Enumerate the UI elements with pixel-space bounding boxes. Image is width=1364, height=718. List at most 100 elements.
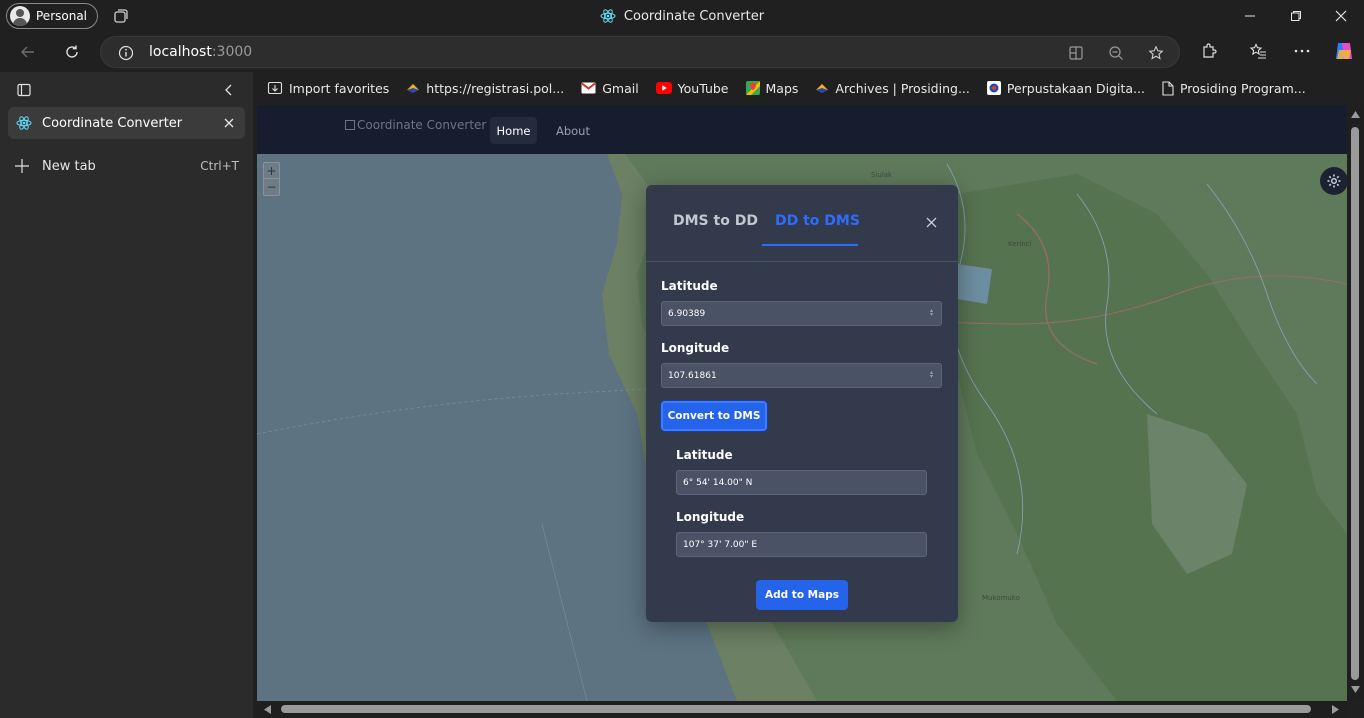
collapse-sidebar-icon[interactable] <box>221 82 237 98</box>
horizontal-scrollbar[interactable] <box>257 701 1347 718</box>
close-window-button[interactable] <box>1318 0 1364 32</box>
bookmark-label: Archives | Prosiding... <box>835 80 970 96</box>
bookmark-label: Prosiding Program... <box>1179 80 1306 96</box>
scroll-right-icon[interactable] <box>1332 705 1339 714</box>
close-modal-button[interactable] <box>923 214 939 230</box>
nav-home-link[interactable]: Home <box>490 117 537 144</box>
bookmark-import-favorites[interactable]: Import favorites <box>267 80 389 96</box>
bookmark-registrasi[interactable]: https://registrasi.pol... <box>406 81 564 96</box>
result-longitude-value: 107° 37' 7.00" E <box>683 539 758 550</box>
bookmark-perpustakaan[interactable]: Perpustakaan Digita... <box>986 80 1145 96</box>
number-stepper-icon[interactable]: ▴ ▾ <box>930 370 934 380</box>
page-viewport: Coordinate Converter Home About Siulak K… <box>257 105 1347 701</box>
horizontal-scroll-thumb[interactable] <box>281 705 1311 713</box>
address-bar[interactable]: localhost:3000 <box>100 36 1180 68</box>
bookmark-label: Gmail <box>602 80 639 96</box>
tab-actions-icon[interactable] <box>16 82 32 98</box>
result-longitude-field[interactable]: 107° 37' 7.00" E <box>676 532 927 557</box>
nav-about-link[interactable]: About <box>548 117 598 144</box>
result-latitude-field[interactable]: 6° 54' 14.00" N <box>676 470 927 495</box>
window-title: Coordinate Converter <box>0 0 1364 32</box>
bookmark-youtube[interactable]: YouTube <box>655 80 729 96</box>
broken-image-icon <box>345 120 355 130</box>
site-icon <box>407 84 420 93</box>
map-zoom-control: + − <box>263 162 280 196</box>
info-icon[interactable] <box>118 45 134 61</box>
minimize-button[interactable] <box>1227 0 1273 32</box>
close-tab-icon[interactable] <box>223 117 235 129</box>
brand-logo[interactable]: Coordinate Converter <box>345 118 486 132</box>
map-label: Mukomuko <box>982 594 1020 602</box>
import-icon <box>267 81 283 95</box>
tab-coordinate-converter[interactable]: Coordinate Converter <box>8 107 245 139</box>
copilot-icon[interactable] <box>1333 40 1355 62</box>
result-latitude-value: 6° 54' 14.00" N <box>683 477 753 488</box>
url-text[interactable]: localhost:3000 <box>149 44 252 60</box>
convert-to-dms-button[interactable]: Convert to DMS <box>661 401 767 431</box>
favorites-bar: Import favorites https://registrasi.pol.… <box>253 72 1364 104</box>
longitude-input[interactable]: 107.61861 ▴ ▾ <box>661 363 942 388</box>
back-button[interactable] <box>14 38 42 66</box>
vertical-scroll-thumb[interactable] <box>1351 127 1359 680</box>
tab-dms-to-dd[interactable]: DMS to DD <box>673 213 758 229</box>
map-label: Kerinci <box>1008 240 1032 248</box>
zoom-in-button[interactable]: + <box>264 163 279 179</box>
latitude-label: Latitude <box>661 279 718 293</box>
bookmark-gmail[interactable]: Gmail <box>581 80 639 96</box>
restore-button[interactable] <box>1273 0 1319 32</box>
site-icon <box>816 84 829 93</box>
plus-icon <box>15 159 29 173</box>
vertical-tabs-sidebar: Coordinate Converter New tab Ctrl+T <box>0 72 253 718</box>
window-title-text: Coordinate Converter <box>623 8 765 24</box>
result-latitude-label: Latitude <box>676 448 733 462</box>
bookmark-maps[interactable]: Maps <box>745 81 798 96</box>
library-icon <box>986 81 1001 95</box>
vertical-scrollbar[interactable] <box>1347 105 1364 701</box>
bookmark-label: Perpustakaan Digita... <box>1006 80 1145 96</box>
zoom-out-button[interactable]: − <box>264 179 279 195</box>
brand-alt-text: Coordinate Converter <box>357 118 487 132</box>
tab-dd-to-dms[interactable]: DD to DMS <box>775 213 860 229</box>
more-menu-icon[interactable] <box>1293 42 1311 60</box>
new-tab-shortcut: Ctrl+T <box>200 159 239 173</box>
bookmark-label: https://registrasi.pol... <box>426 80 565 96</box>
bookmark-label: Import favorites <box>289 80 390 96</box>
new-tab-button[interactable]: New tab Ctrl+T <box>14 152 239 180</box>
app-navbar: Coordinate Converter Home About <box>257 105 1347 154</box>
page-icon <box>1162 80 1174 96</box>
refresh-button[interactable] <box>58 38 86 66</box>
gear-icon <box>1327 174 1341 188</box>
close-icon <box>1335 10 1347 22</box>
number-stepper-icon[interactable]: ▴ ▾ <box>930 308 934 318</box>
divider <box>646 261 958 262</box>
add-to-maps-button[interactable]: Add to Maps <box>756 580 848 610</box>
profile-button[interactable]: Personal <box>6 3 99 29</box>
scroll-down-icon[interactable] <box>1351 686 1360 693</box>
result-longitude-label: Longitude <box>676 510 745 524</box>
split-screen-icon[interactable] <box>1068 45 1084 61</box>
workspaces-icon[interactable] <box>112 7 130 25</box>
scroll-left-icon[interactable] <box>264 705 271 714</box>
favorites-icon[interactable] <box>1249 42 1267 60</box>
bookmark-archives-prosiding[interactable]: Archives | Prosiding... <box>815 80 970 96</box>
bookmark-prosiding-program[interactable]: Prosiding Program... <box>1162 81 1306 96</box>
extensions-icon[interactable] <box>1200 42 1218 60</box>
profile-label: Personal <box>36 9 88 23</box>
active-tab-indicator <box>762 244 858 246</box>
scroll-up-icon[interactable] <box>1351 111 1360 118</box>
longitude-label: Longitude <box>661 341 730 355</box>
refresh-icon <box>66 45 78 58</box>
react-icon <box>16 116 32 130</box>
settings-button[interactable] <box>1320 167 1347 195</box>
longitude-input-value: 107.61861 <box>668 370 717 381</box>
favorite-star-icon[interactable] <box>1148 45 1164 61</box>
maps-icon <box>745 81 760 95</box>
tab-title: Coordinate Converter <box>42 115 183 131</box>
converter-modal: DMS to DD DD to DMS Latitude 6.90389 ▴ ▾ … <box>646 185 958 622</box>
title-bar: Personal Coordinate Converter <box>0 0 1364 32</box>
navigation-bar: localhost:3000 <box>0 32 1364 72</box>
youtube-icon <box>655 82 672 94</box>
bookmark-label: YouTube <box>677 80 729 96</box>
latitude-input[interactable]: 6.90389 ▴ ▾ <box>661 301 942 326</box>
zoom-out-icon[interactable] <box>1108 45 1124 61</box>
